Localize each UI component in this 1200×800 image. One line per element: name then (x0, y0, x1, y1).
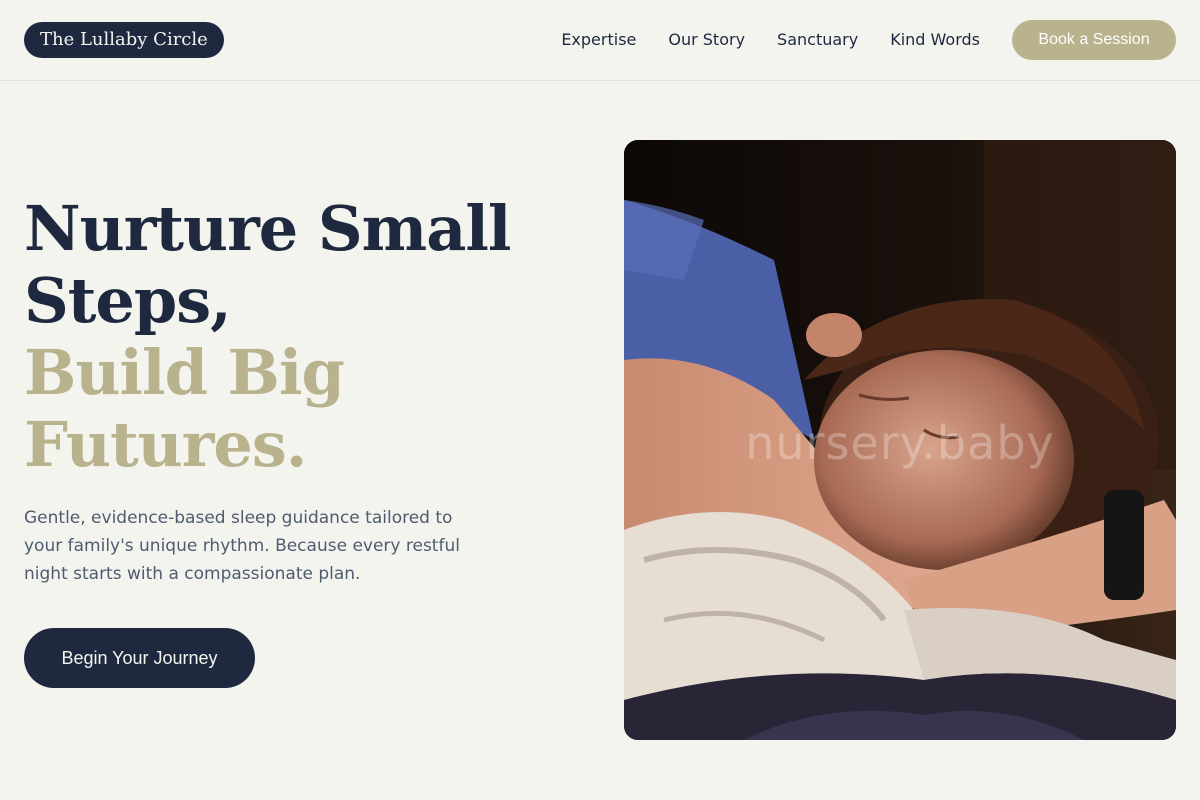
headline-line-1: Nurture Small (24, 192, 511, 265)
site-header: The Lullaby Circle Expertise Our Story S… (0, 0, 1200, 81)
headline-line-3: Build Big (24, 336, 345, 409)
site-logo[interactable]: The Lullaby Circle (24, 22, 224, 58)
hero-headline: Nurture Small Steps, Build Big Futures. (24, 193, 584, 481)
hero-photo: nursery.baby (624, 140, 1176, 740)
headline-line-4: Futures. (24, 408, 307, 481)
headline-line-2: Steps, (24, 264, 232, 337)
nav-link-expertise[interactable]: Expertise (561, 28, 636, 52)
hero-subtext: Gentle, evidence-based sleep guidance ta… (24, 508, 460, 584)
nav-link-sanctuary[interactable]: Sanctuary (777, 28, 858, 52)
nav-link-kind-words[interactable]: Kind Words (890, 28, 980, 52)
begin-journey-button[interactable]: Begin Your Journey (24, 628, 255, 688)
main-nav: Expertise Our Story Sanctuary Kind Words (561, 28, 980, 52)
image-watermark: nursery.baby (745, 416, 1055, 470)
book-session-button[interactable]: Book a Session (1012, 20, 1176, 60)
nav-link-our-story[interactable]: Our Story (668, 28, 745, 52)
